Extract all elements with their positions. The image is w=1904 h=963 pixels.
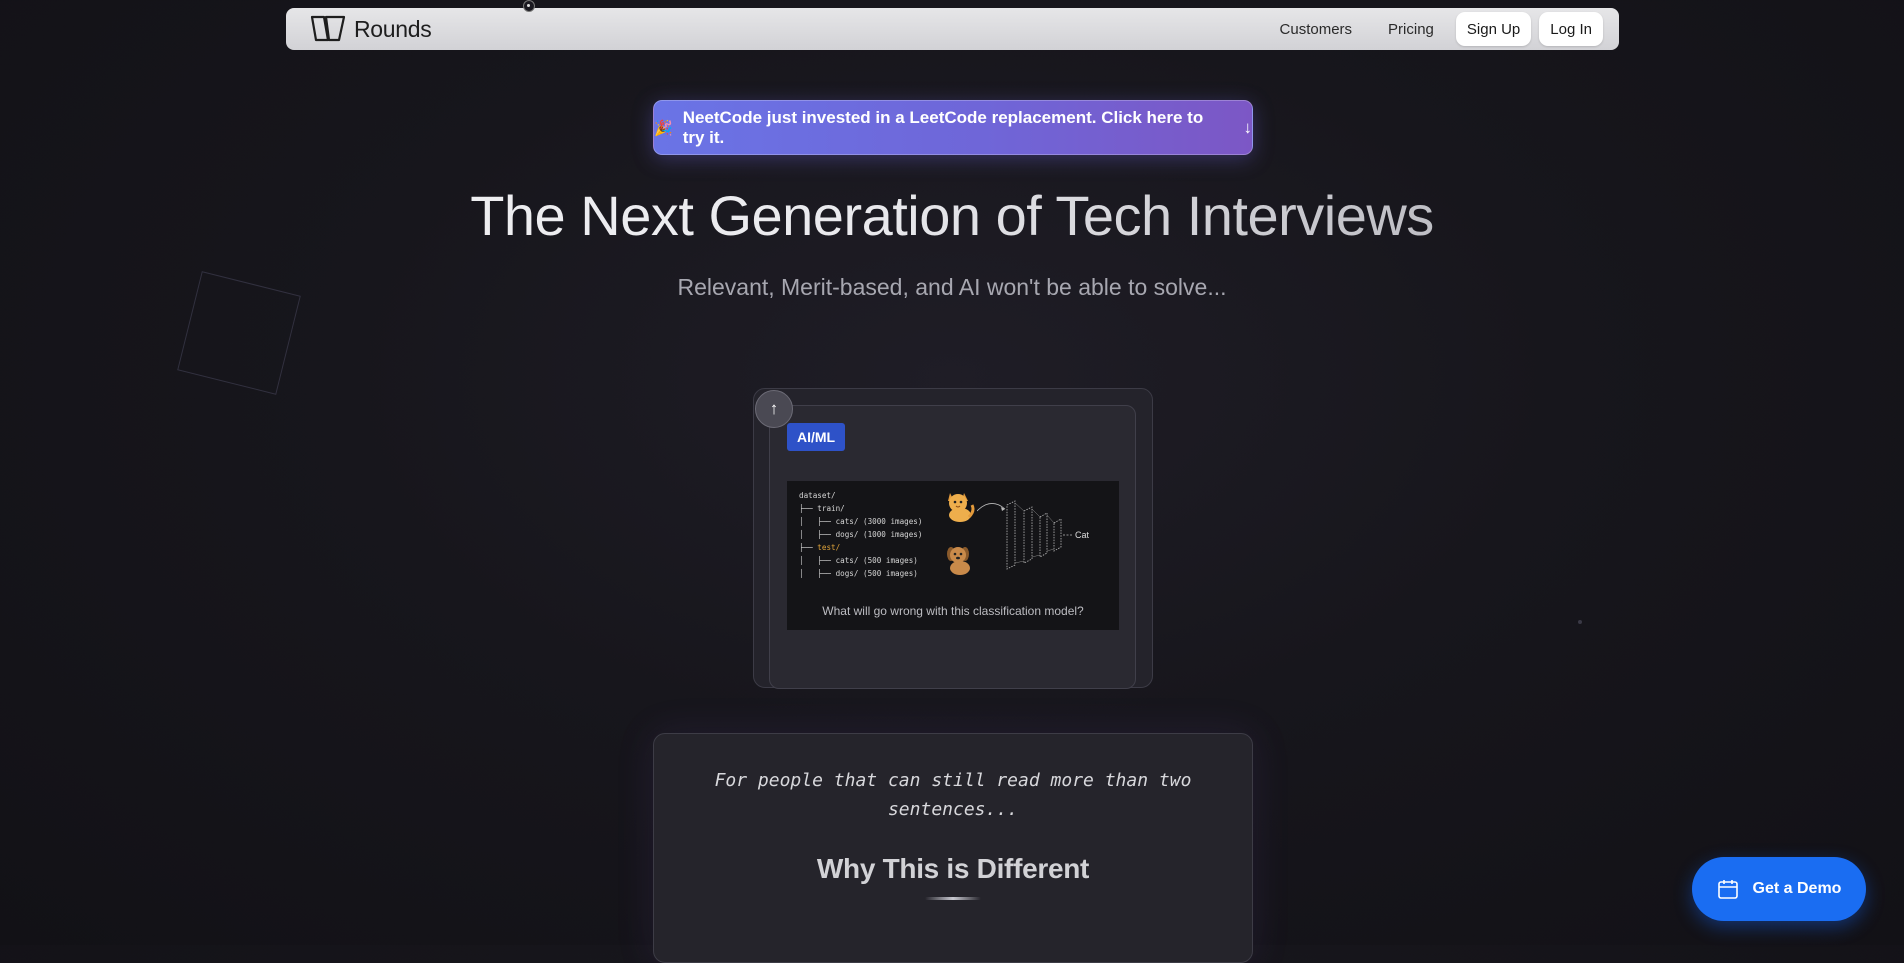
question-figure: dataset/ ├── train/ │ ├── cats/ (3000 im… [787, 481, 1119, 630]
cursor-indicator [523, 0, 535, 12]
brand[interactable]: Rounds [308, 14, 432, 44]
tree-line: ├── train/ [799, 504, 845, 513]
dataset-tree: dataset/ ├── train/ │ ├── cats/ (3000 im… [799, 489, 922, 580]
tree-entry: dogs/ [835, 569, 859, 578]
tree-entry: dogs/ [835, 530, 859, 539]
hero-title-text: The Next Generation of Tech Interviews [470, 184, 1434, 247]
banner-text: NeetCode just invested in a LeetCode rep… [682, 107, 1204, 147]
announcement-banner[interactable]: 🎉 NeetCode just invested in a LeetCode r… [653, 100, 1253, 155]
figure-question: What will go wrong with this classificat… [822, 604, 1084, 618]
tree-line: │ ├── dogs/ (1000 images) [799, 530, 923, 539]
cat-icon [948, 493, 975, 522]
hero-title: The Next Generation of Tech Interviews [0, 183, 1904, 248]
tree-line: │ ├── cats/ (500 images) [799, 556, 918, 565]
get-demo-button[interactable]: Get a Demo [1692, 857, 1866, 921]
tree-entry: cats/ [835, 517, 859, 526]
dog-icon [947, 547, 970, 575]
scroll-up-button[interactable]: ↑ [755, 390, 793, 428]
tree-entry: cats/ [835, 556, 859, 565]
section-heading: Why This is Different [816, 853, 1090, 884]
party-icon: 🎉 [654, 119, 673, 137]
sign-up-button[interactable]: Sign Up [1455, 12, 1532, 46]
calendar-icon [1717, 880, 1738, 899]
nav-link-customers[interactable]: Customers [1266, 21, 1367, 38]
arrow-up-icon: ↑ [769, 399, 779, 418]
decorative-dot [1578, 620, 1582, 624]
category-tag: AI/ML [787, 423, 846, 451]
nav-link-pricing[interactable]: Pricing [1374, 21, 1448, 38]
brand-name: Rounds [354, 15, 432, 42]
heading-underline [925, 897, 981, 900]
tree-entry: dataset/ [799, 491, 836, 500]
neural-network-diagram: Cat [977, 500, 1090, 570]
get-demo-label: Get a Demo [1752, 880, 1842, 897]
arrow-down-icon: ↓ [1243, 117, 1253, 137]
tree-line: │ ├── dogs/ (500 images) [799, 569, 918, 578]
top-navbar: Rounds Customers Pricing Sign Up Log In [286, 8, 1619, 50]
panel-quote: For people that can still read more than… [714, 770, 1192, 820]
tree-line: dataset/ [799, 491, 836, 500]
log-in-button[interactable]: Log In [1539, 12, 1603, 46]
tree-line: │ ├── cats/ (3000 images) [799, 517, 923, 526]
tree-line: ├── test/ [799, 543, 841, 552]
tree-entry: test/ [817, 543, 841, 552]
tree-entry: train/ [817, 504, 845, 513]
nav-actions: Customers Pricing Sign Up Log In [1266, 12, 1603, 46]
output-label: Cat [1075, 530, 1090, 540]
rounds-logo-icon [310, 15, 346, 42]
